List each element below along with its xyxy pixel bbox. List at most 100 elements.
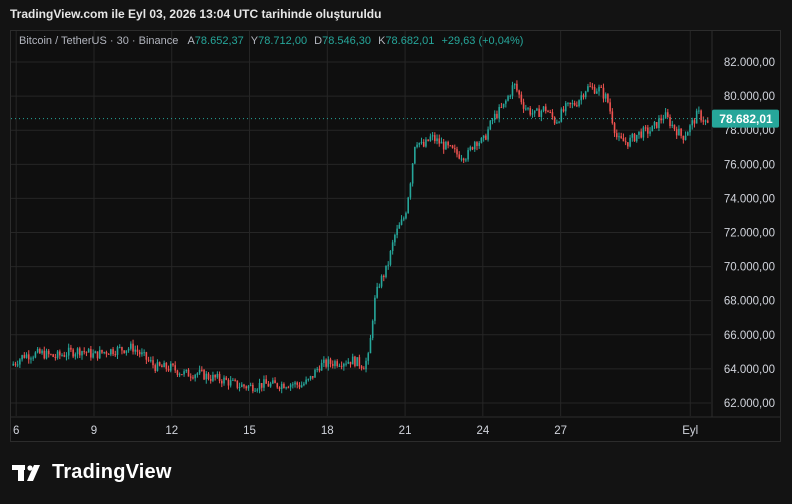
y-tick-label: 64.000,00 [724,364,775,376]
candle-body [83,351,86,353]
candle-body [125,350,128,353]
candle-body [34,352,37,358]
candle-body [704,120,707,122]
candle-body [116,347,119,355]
candle-body [482,135,485,139]
candle-body [41,350,43,354]
candle-body [389,250,392,265]
candle-body [50,354,52,356]
candle-body [480,138,483,143]
candle-body [394,234,396,243]
candle-body [693,120,696,124]
x-tick-label: 18 [321,425,334,437]
candle-body [429,136,432,141]
candle-body [675,129,678,136]
candle-body [627,142,629,147]
candle-body [194,374,196,379]
candle-body [174,365,177,371]
candle-body [405,213,407,219]
candle-body [27,354,30,360]
candle-body [212,374,214,381]
candle-body [611,111,614,124]
low-label: D [314,35,323,47]
candle-body [36,348,39,353]
candle-body [114,354,117,356]
candle-body [43,350,46,359]
candle-body [673,124,676,130]
candle-body [633,133,636,142]
candle-body [476,142,478,146]
candle-body [447,141,449,146]
candle-body [285,387,287,389]
candle-body [216,373,219,378]
candle-body [87,349,90,353]
close-value: 78.682,01 [385,35,435,47]
candle-body [536,108,538,111]
candle-body [289,384,292,388]
candle-body [258,383,261,390]
candle-body [158,362,161,366]
candle-body [385,265,387,278]
y-tick-label: 74.000,00 [724,193,775,205]
y-tick-label: 70.000,00 [724,262,775,274]
candle-body [205,373,208,380]
candle-body [509,95,512,97]
candle-body [700,110,702,121]
chart-panel[interactable]: 62.000,00 64.000,00 66.000,00 68.000,00 70.0… [10,30,781,442]
candle-body [564,103,567,112]
candle-body [198,369,201,374]
candle-body [203,369,205,380]
candle-body [165,362,168,369]
candle-body [16,364,19,366]
candle-body [462,158,465,161]
candle-body [72,349,74,357]
candle-body [414,146,416,164]
candle-body [154,365,157,371]
x-tick-label: 24 [476,425,489,437]
candle-body [347,361,350,364]
candle-body [12,363,15,366]
candle-body [149,360,152,362]
symbol-label[interactable]: Bitcoin / TetherUS · 30 · Binance [19,35,178,47]
candle-body [309,376,312,379]
candle-body [132,343,134,352]
candle-body [511,85,514,96]
candle-body [516,83,518,91]
candle-body [456,149,458,155]
candle-body [63,355,66,357]
tradingview-logo[interactable]: TradingView [12,461,172,484]
candle-body [706,120,709,123]
candle-body [374,297,376,321]
price-chart[interactable]: 62.000,00 64.000,00 66.000,00 68.000,00 70.0… [11,31,780,441]
candle-body [110,349,112,355]
snapshot-caption: TradingView.com ile Eyl 03, 2026 13:04 U… [10,7,382,21]
candle-body [522,102,525,109]
candle-body [442,141,445,150]
y-tick-label: 72.000,00 [724,228,775,240]
candle-body [307,378,310,380]
y-tick-label: 68.000,00 [724,296,775,308]
candle-body [201,369,203,371]
candle-body [485,135,487,140]
candle-body [367,353,370,361]
candle-body [558,121,560,123]
change-value: +29,63 (+0,04%) [441,35,524,47]
candle-body [94,351,97,354]
candle-body [402,218,405,220]
candle-body [518,90,520,95]
candle-body [418,142,421,145]
candle-body [702,120,705,122]
candle-body [196,373,199,375]
open-value: 78.652,37 [194,35,244,47]
candle-body [686,132,689,136]
candle-body [218,373,221,381]
candle-body [671,124,674,126]
candle-body [567,102,569,104]
y-tick-label: 76.000,00 [724,159,775,171]
candle-body [400,219,403,225]
candle-body [562,109,565,112]
open-label: A [187,35,195,47]
candle-body [229,380,232,386]
candle-body [316,368,319,370]
candle-body [265,379,267,384]
